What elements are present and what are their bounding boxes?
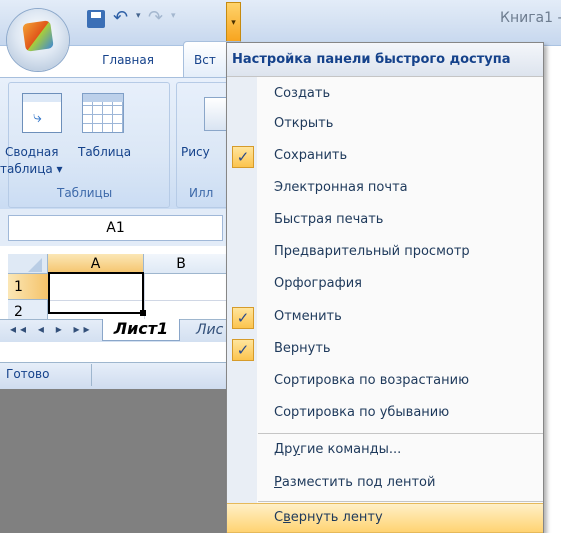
group-label-illustrations: Илл	[189, 186, 214, 200]
menu-item-collapse-ribbon[interactable]: Свернуть ленту	[227, 503, 543, 533]
office-button[interactable]	[7, 9, 69, 71]
window-title: Книга1 -	[500, 10, 561, 26]
table-icon[interactable]	[82, 93, 124, 133]
collapse-ribbon-pre: С	[274, 510, 284, 525]
pivot-table-label[interactable]: Сводная	[5, 145, 59, 159]
pivot-arrow-icon: ⤷	[33, 107, 42, 126]
below-ribbon-accel: Р	[274, 475, 282, 490]
menu-item-sort-ascending[interactable]: Сортировка по возрастанию	[227, 367, 543, 397]
menu-header: Настройка панели быстрого доступа	[227, 43, 543, 77]
menu-item-create[interactable]: Создать	[227, 80, 543, 110]
redo-icon[interactable]: ↷	[148, 7, 163, 28]
pivot-table-icon[interactable]	[22, 93, 62, 133]
redo-dropdown-icon[interactable]: ▾	[171, 11, 176, 21]
menu-item-open[interactable]: Открыть	[227, 110, 543, 140]
undo-icon[interactable]: ↶	[113, 7, 128, 28]
menu-item-more-commands[interactable]: Другие команды...	[227, 436, 543, 466]
sheet-tab-list2[interactable]: Лис	[186, 320, 230, 340]
pivot-table-label-2[interactable]: таблица ▾	[0, 162, 63, 176]
name-box[interactable]: A1	[8, 215, 223, 241]
customize-qat-button[interactable]: ▾	[226, 2, 241, 44]
sheet-tab-list1[interactable]: Лист1	[102, 319, 180, 341]
menu-item-quick-print[interactable]: Быстрая печать	[227, 206, 543, 236]
menu-separator	[258, 433, 543, 434]
undo-dropdown-icon[interactable]: ▾	[136, 11, 141, 21]
row-header-2[interactable]: 2	[8, 300, 48, 320]
more-commands-pre: Др	[274, 442, 293, 457]
save-icon[interactable]	[87, 10, 105, 28]
column-header-a[interactable]: A	[48, 254, 144, 274]
group-label-tables: Таблицы	[57, 186, 113, 200]
menu-item-undo[interactable]: Отменить	[227, 303, 543, 333]
menu-item-spelling[interactable]: Орфография	[227, 270, 543, 300]
status-text: Готово	[6, 367, 50, 381]
row-header-1[interactable]: 1	[8, 274, 48, 300]
more-commands-accel: у	[292, 442, 301, 457]
menu-item-print-preview[interactable]: Предварительный просмотр	[227, 238, 543, 268]
workspace-background	[0, 389, 230, 533]
fill-handle[interactable]	[140, 310, 146, 316]
title-bar	[0, 0, 561, 46]
collapse-ribbon-post: ернуть ленту	[290, 510, 383, 525]
cell-a1-selected[interactable]	[48, 272, 144, 314]
sheet-navigation-buttons[interactable]: ◂◂ ◂ ▸ ▸▸	[10, 322, 94, 336]
picture-button-label[interactable]: Рису	[181, 145, 210, 159]
status-separator	[91, 364, 92, 386]
select-all-triangle-icon	[28, 258, 42, 272]
menu-item-below-ribbon[interactable]: Разместить под лентой	[227, 469, 543, 499]
menu-item-save[interactable]: Сохранить	[227, 142, 543, 172]
office-logo-icon	[22, 20, 54, 52]
menu-item-sort-descending[interactable]: Сортировка по убыванию	[227, 399, 543, 429]
more-commands-post: гие команды...	[300, 442, 402, 457]
menu-item-email[interactable]: Электронная почта	[227, 174, 543, 204]
table-button-label[interactable]: Таблица	[78, 145, 131, 159]
column-header-b[interactable]: B	[144, 254, 230, 274]
menu-separator	[258, 501, 543, 502]
collapse-ribbon-accel: в	[283, 510, 291, 525]
menu-item-redo[interactable]: Вернуть	[227, 335, 543, 365]
below-ribbon-post: азместить под лентой	[281, 475, 436, 490]
tab-home[interactable]: Главная	[78, 46, 178, 74]
